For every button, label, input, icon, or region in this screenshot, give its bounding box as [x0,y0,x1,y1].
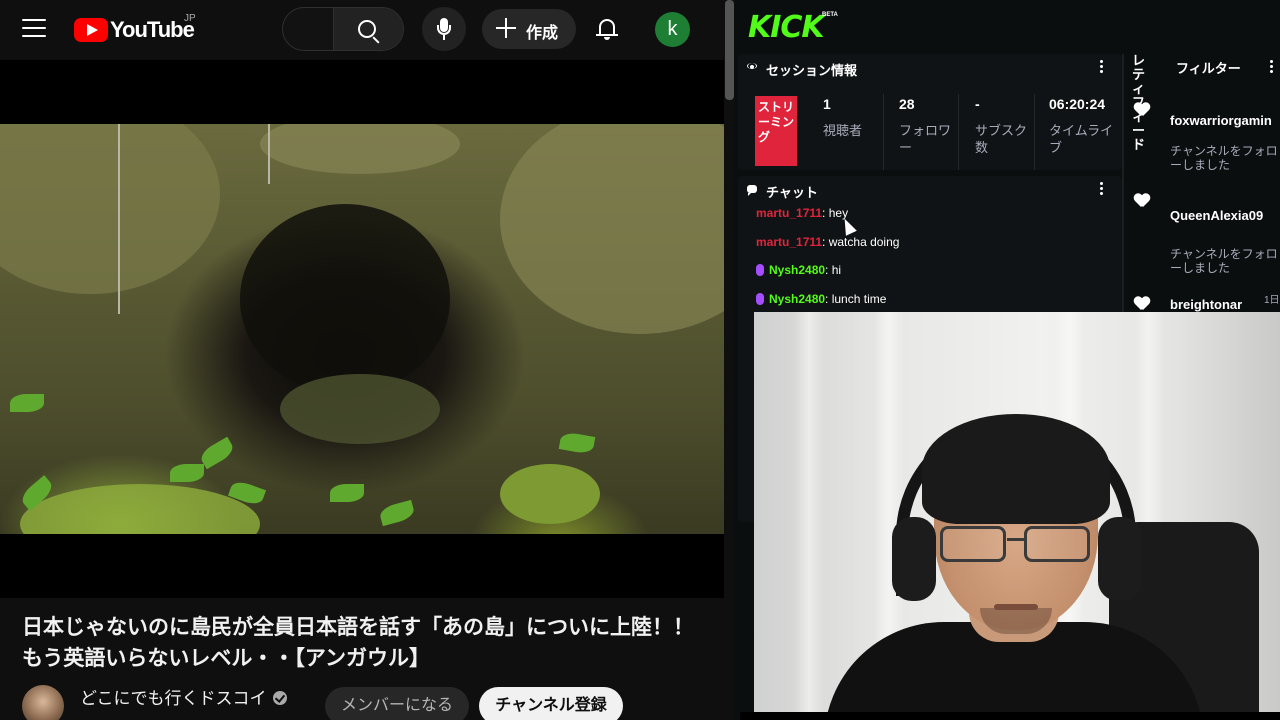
screen: YouTube JP 作成 k 日本じゃないのに島民が全員日本語を話す「あの島」… [0,0,1280,720]
video-metadata: 日本じゃないのに島民が全員日本語を話す「あの島」についに上陸！！もう英語いらない… [0,598,740,720]
voice-search-button[interactable] [422,7,466,51]
video-title: 日本じゃないのに島民が全員日本語を話す「あの島」についに上陸！！もう英語いらない… [22,616,694,670]
session-info-panel: セッション情報 ストリーミング 1 視聴者 28 フォロワー - サブスク数 0… [738,54,1122,170]
region-code: JP [184,13,196,24]
youtube-pane: YouTube JP 作成 k 日本じゃないのに島民が全員日本語を話す「あの島」… [0,0,740,720]
kick-logo[interactable]: KICK [748,10,825,45]
youtube-header: YouTube JP 作成 k [0,0,724,60]
create-button[interactable]: 作成 [482,9,576,49]
more-options-icon[interactable] [1270,60,1274,74]
channel-avatar[interactable] [22,685,64,720]
page-scrollbar[interactable] [725,0,734,100]
more-options-icon[interactable] [1100,182,1104,196]
chat-message: Nysh2480: hi [756,263,841,277]
chat-message: martu_1711: watcha doing [756,235,900,249]
stat-subscriptions: - サブスク数 [975,96,1028,155]
feed-action: チャンネルをフォローしました [1170,144,1278,172]
video-frame-cave [0,124,724,534]
feed-username: breightonar [1170,297,1243,312]
feed-username: QueenAlexia09 [1170,208,1264,223]
notifications-bell-icon[interactable] [596,17,618,41]
video-player[interactable] [0,60,724,598]
microphone-badge-icon [756,293,764,305]
verified-icon [272,691,287,705]
menu-icon[interactable] [22,19,46,39]
streaming-status-badge: ストリーミング [755,96,797,166]
stat-viewers: 1 視聴者 [823,96,863,138]
search-button[interactable] [333,8,403,50]
plus-icon [496,18,516,38]
session-stats: ストリーミング 1 視聴者 28 フォロワー - サブスク数 06:20:24 [738,84,1122,170]
chat-message: Nysh2480: lunch time [756,292,886,306]
youtube-logo[interactable]: YouTube JP [74,13,196,43]
broadcast-icon [747,63,757,71]
chat-icon [747,185,757,196]
channel-name[interactable]: どこにでも行くドスコイ [80,684,287,709]
chat-message: martu_1711: hey [756,206,849,220]
session-info-title: セッション情報 [766,63,858,78]
chat-title: チャット [766,185,818,200]
feed-action: チャンネルをフォローしました [1170,247,1278,275]
microphone-badge-icon [756,264,764,276]
feed-timestamp: 1日 [1264,295,1280,306]
heart-icon [1134,194,1150,208]
account-avatar[interactable]: k [655,12,690,47]
subscribe-button[interactable]: チャンネル登録 [479,687,623,720]
create-label: 作成 [526,25,559,42]
search-box[interactable] [282,7,404,51]
activity-feed: レティフィード フィルター foxwarriorgamin チャンネルをフォロー… [1124,54,1280,314]
stat-live-time: 06:20:24 タイムライブ [1049,96,1114,155]
search-icon [358,20,376,38]
filter-label[interactable]: フィルター [1176,58,1241,77]
feed-username: foxwarriorgamin [1170,113,1272,128]
join-membership-button[interactable]: メンバーになる [325,687,469,720]
play-logo-icon [74,18,108,42]
logo-text: YouTube [110,17,195,42]
heart-icon [1134,103,1150,117]
webcam-overlay [754,312,1280,712]
beta-badge: BETA [822,12,838,18]
heart-icon [1134,297,1150,311]
stat-followers: 28 フォロワー [899,96,952,155]
more-options-icon[interactable] [1100,60,1104,74]
